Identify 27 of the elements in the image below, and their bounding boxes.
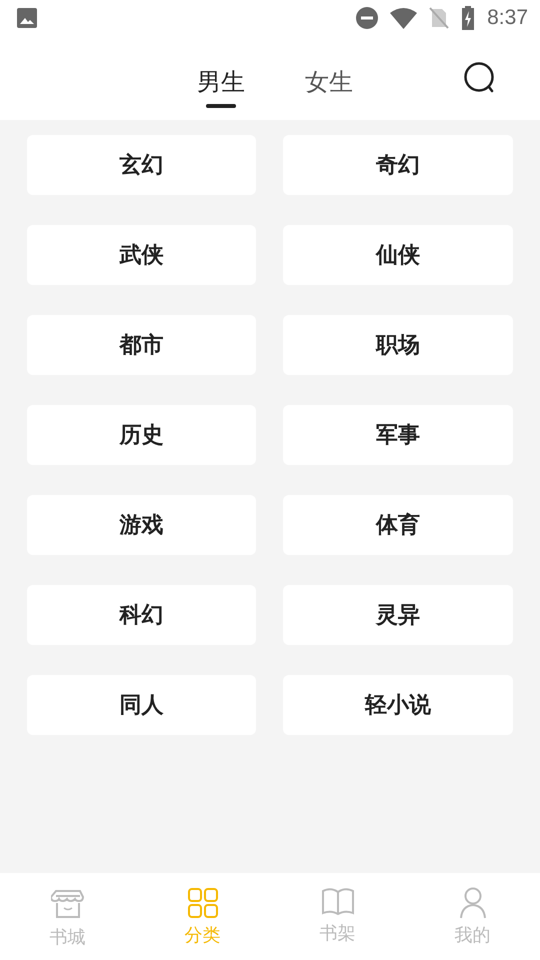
status-time: 8:37: [487, 6, 528, 30]
category-button[interactable]: 灵异: [283, 585, 513, 645]
wifi-icon: [390, 7, 418, 29]
category-button[interactable]: 职场: [283, 315, 513, 375]
category-button[interactable]: 武侠: [27, 225, 256, 285]
category-button[interactable]: 奇幻: [283, 135, 513, 195]
battery-charging-icon: [461, 6, 476, 30]
category-button[interactable]: 科幻: [27, 585, 256, 645]
category-button[interactable]: 同人: [27, 675, 256, 735]
tab[interactable]: 女生: [293, 36, 365, 108]
category-button[interactable]: 军事: [283, 405, 513, 465]
category-button[interactable]: 游戏: [27, 495, 256, 555]
open-book-icon: [320, 887, 354, 917]
person-icon: [458, 887, 488, 919]
tab[interactable]: 男生: [185, 36, 257, 108]
do-not-disturb-icon: [356, 7, 378, 29]
search-icon[interactable]: [464, 62, 496, 94]
category-button[interactable]: 体育: [283, 495, 513, 555]
no-sim-icon: [429, 7, 450, 29]
grid-icon: [186, 887, 218, 919]
category-button[interactable]: 轻小说: [283, 675, 513, 735]
category-button[interactable]: 玄幻: [27, 135, 256, 195]
image-icon: [16, 7, 38, 29]
shop-icon: [50, 887, 84, 921]
category-button[interactable]: 都市: [27, 315, 256, 375]
category-button[interactable]: 仙侠: [283, 225, 513, 285]
category-button[interactable]: 历史: [27, 405, 256, 465]
